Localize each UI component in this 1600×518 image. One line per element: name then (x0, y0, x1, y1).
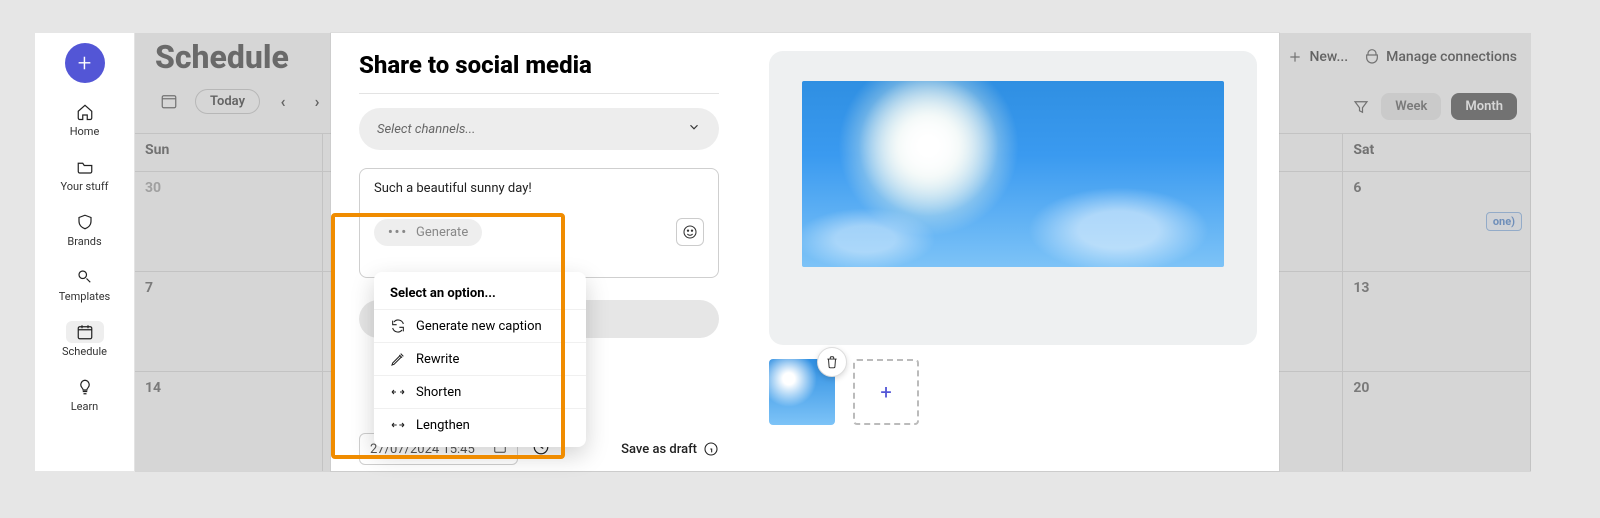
add-media-button[interactable]: + (853, 359, 919, 425)
chevron-down-icon (687, 120, 701, 138)
create-button[interactable]: + (65, 43, 105, 83)
generate-button[interactable]: ••• Generate (374, 219, 482, 246)
dropdown-header: Select an option... (374, 282, 586, 309)
templates-icon (74, 266, 96, 288)
more-icon: ••• (388, 225, 408, 240)
sidebar-item-label: Learn (71, 400, 99, 413)
shield-icon (74, 211, 96, 233)
calendar-cell[interactable]: 20 (1343, 372, 1531, 471)
sidebar-item-brands[interactable]: Brands (35, 205, 134, 254)
sidebar-item-label: Your stuff (60, 180, 108, 193)
calendar-cell[interactable]: 6 one) (1343, 172, 1531, 271)
calendar-picker-icon[interactable] (155, 87, 183, 115)
sidebar-item-label: Home (70, 125, 100, 138)
save-draft-button[interactable]: Save as draft (621, 441, 719, 457)
caption-input[interactable]: Such a beautiful sunny day! ••• Generate (359, 168, 719, 278)
day-header-sun: Sun (135, 134, 323, 171)
sidebar-item-templates[interactable]: Templates (35, 260, 134, 309)
event-badge[interactable]: one) (1486, 212, 1522, 231)
option-shorten[interactable]: Shorten (374, 375, 586, 408)
option-rewrite[interactable]: Rewrite (374, 342, 586, 375)
calendar-cell[interactable]: 13 (1343, 272, 1531, 371)
share-title: Share to social media (359, 51, 719, 79)
sidebar-item-learn[interactable]: Learn (35, 370, 134, 419)
generate-dropdown: Select an option... Generate new caption… (374, 272, 586, 447)
preview-card (769, 51, 1257, 345)
option-lengthen[interactable]: Lengthen (374, 408, 586, 441)
day-header-sat: Sat (1343, 134, 1531, 171)
preview-image (802, 81, 1224, 267)
view-month-button[interactable]: Month (1451, 93, 1517, 120)
info-icon (703, 441, 719, 457)
page-title: Schedule (155, 38, 289, 76)
filter-icon[interactable] (1351, 97, 1371, 117)
calendar-cell[interactable]: 30 (135, 172, 323, 271)
media-thumbnail[interactable] (769, 359, 835, 425)
prev-month-button[interactable]: ‹ (272, 90, 294, 112)
sidebar-item-home[interactable]: Home (35, 95, 134, 144)
home-icon (74, 101, 96, 123)
calendar-cell[interactable]: 7 (135, 272, 323, 371)
option-generate-new[interactable]: Generate new caption (374, 309, 586, 342)
delete-media-button[interactable] (817, 347, 847, 377)
sidebar-item-yourstuff[interactable]: Your stuff (35, 150, 134, 199)
channel-select[interactable]: Select channels... (359, 108, 719, 150)
view-week-button[interactable]: Week (1381, 93, 1441, 120)
left-sidebar: + Home Your stuff Brands Templates Sched… (35, 33, 135, 471)
channel-placeholder: Select channels... (377, 122, 475, 137)
calendar-cell[interactable]: 14 (135, 372, 323, 471)
caption-text: Such a beautiful sunny day! (374, 181, 704, 196)
lightbulb-icon (74, 376, 96, 398)
next-month-button[interactable]: › (306, 90, 328, 112)
emoji-button[interactable] (676, 218, 704, 246)
sidebar-item-label: Schedule (62, 345, 107, 358)
sidebar-item-label: Brands (67, 235, 101, 248)
sidebar-item-label: Templates (59, 290, 110, 303)
folder-icon (74, 156, 96, 178)
manage-connections-button[interactable]: Manage connections (1364, 49, 1517, 65)
new-button[interactable]: New... (1287, 49, 1348, 65)
today-button[interactable]: Today (195, 89, 260, 114)
calendar-icon (66, 321, 104, 343)
sidebar-item-schedule[interactable]: Schedule (35, 315, 134, 364)
share-modal: Share to social media Select channels...… (331, 33, 1279, 471)
